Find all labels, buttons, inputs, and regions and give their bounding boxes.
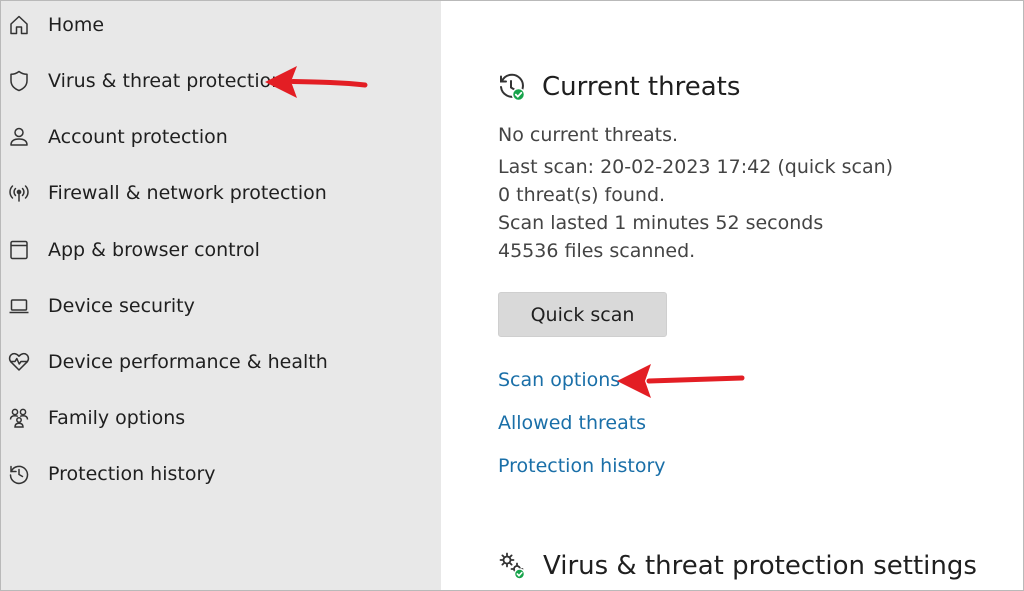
sidebar-item-device-security[interactable]: Device security xyxy=(1,286,441,326)
sidebar-item-family-options[interactable]: Family options xyxy=(1,398,441,438)
sidebar-item-protection-history[interactable]: Protection history xyxy=(1,454,441,494)
sidebar-item-label: Device security xyxy=(48,295,195,317)
sidebar-item-virus-threat-protection[interactable]: Virus & threat protection xyxy=(1,61,441,101)
app-window-icon xyxy=(7,238,31,262)
family-icon xyxy=(7,406,31,430)
app-window: Home Virus & threat protection Account p… xyxy=(0,0,1024,591)
sidebar-item-account-protection[interactable]: Account protection xyxy=(1,117,441,157)
sidebar-item-label: Protection history xyxy=(48,463,216,485)
scan-duration-text: Scan lasted 1 minutes 52 seconds xyxy=(498,212,824,234)
threat-status-text: No current threats. xyxy=(498,124,679,146)
sidebar: Home Virus & threat protection Account p… xyxy=(1,1,441,590)
allowed-threats-link[interactable]: Allowed threats xyxy=(498,412,646,434)
sidebar-item-label: Device performance & health xyxy=(48,351,328,373)
sidebar-item-device-performance-health[interactable]: Device performance & health xyxy=(1,342,441,382)
annotation-arrow xyxy=(617,364,745,398)
history-icon xyxy=(7,462,31,486)
quick-scan-button[interactable]: Quick scan xyxy=(498,292,667,337)
gear-check-icon xyxy=(498,551,528,581)
sidebar-item-label: Firewall & network protection xyxy=(48,182,327,204)
scan-options-link[interactable]: Scan options xyxy=(498,369,620,391)
sidebar-item-label: Account protection xyxy=(48,126,228,148)
last-scan-text: Last scan: 20-02-2023 17:42 (quick scan) xyxy=(498,156,894,178)
threats-found-text: 0 threat(s) found. xyxy=(498,184,666,206)
clock-check-icon xyxy=(497,73,527,103)
main-content: Current threats No current threats. Last… xyxy=(442,1,1023,590)
files-scanned-text: 45536 files scanned. xyxy=(498,240,696,262)
home-icon xyxy=(7,13,31,37)
sidebar-item-app-browser-control[interactable]: App & browser control xyxy=(1,230,441,270)
sidebar-item-label: Virus & threat protection xyxy=(48,70,284,92)
shield-icon xyxy=(7,69,31,93)
sidebar-item-firewall-network-protection[interactable]: Firewall & network protection xyxy=(1,173,441,213)
settings-section-title: Virus & threat protection settings xyxy=(543,551,977,581)
sidebar-item-home[interactable]: Home xyxy=(1,5,441,45)
sidebar-item-label: Family options xyxy=(48,407,186,429)
sidebar-item-label: Home xyxy=(48,14,105,36)
laptop-icon xyxy=(7,294,31,318)
person-icon xyxy=(7,125,31,149)
wifi-antenna-icon xyxy=(7,181,31,205)
sidebar-item-label: App & browser control xyxy=(48,239,260,261)
heart-pulse-icon xyxy=(7,350,31,374)
page-title: Current threats xyxy=(542,72,741,102)
protection-history-link[interactable]: Protection history xyxy=(498,455,666,477)
annotation-arrow xyxy=(265,66,368,98)
